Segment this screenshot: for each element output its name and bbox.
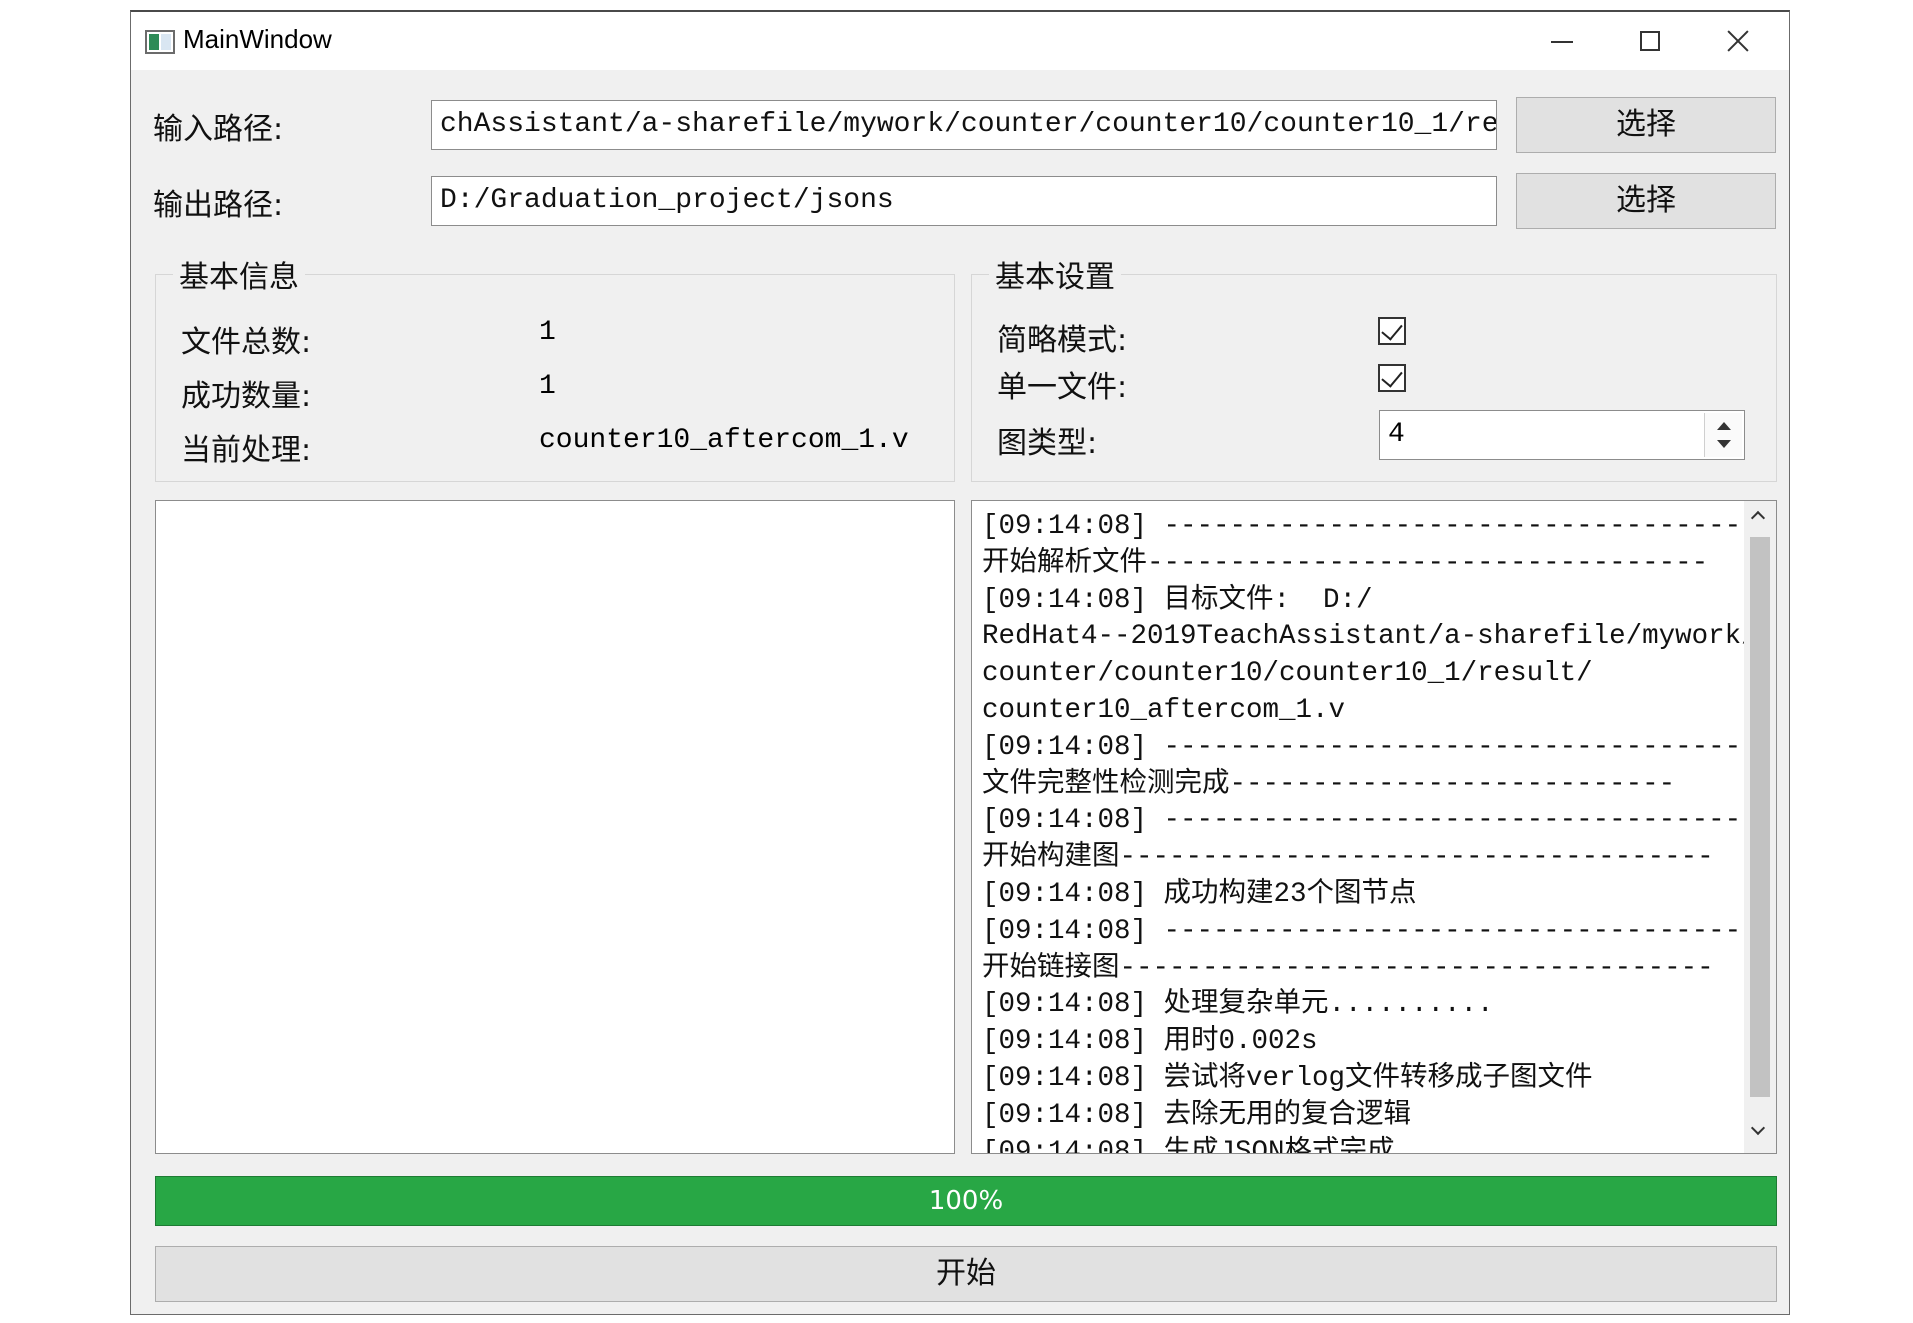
minimize-icon [1551,41,1573,43]
maximize-icon [1640,31,1660,51]
output-path-field[interactable]: D:/Graduation_project/jsons [431,176,1497,226]
log-line: [09:14:08] 去除无用的复合逻辑 [982,1099,1412,1131]
graph-type-value: 4 [1388,419,1405,450]
brief-mode-checkbox[interactable] [1378,317,1406,345]
log-line: [09:14:08] 目标文件: D:/ [982,584,1373,616]
success-count-value: 1 [539,371,556,402]
scroll-down-icon[interactable] [1750,1120,1766,1136]
success-count-label: 成功数量: [181,379,312,414]
spin-down-icon[interactable] [1717,440,1731,448]
check-icon [1381,318,1403,341]
start-button[interactable]: 开始 [155,1246,1777,1302]
spin-buttons [1704,413,1742,457]
total-files-value: 1 [539,317,556,348]
log-line: 开始链接图-----------------------------------… [982,952,1714,984]
window-title: MainWindow [183,24,332,54]
log-scrollbar[interactable] [1744,501,1776,1153]
graph-type-label: 图类型: [997,426,1098,461]
single-file-label: 单一文件: [997,370,1128,405]
close-button[interactable] [1694,12,1782,70]
log-panel[interactable]: [09:14:08] -----------------------------… [971,500,1777,1154]
current-file-label: 当前处理: [181,433,312,468]
basic-settings-title: 基本设置 [989,252,1121,296]
log-line: [09:14:08] -----------------------------… [982,731,1742,763]
scroll-thumb[interactable] [1750,537,1770,1097]
output-path-label: 输出路径: [153,188,284,223]
spin-up-icon[interactable] [1717,422,1731,430]
minimize-button[interactable] [1518,12,1606,70]
input-path-label: 输入路径: [153,112,284,147]
main-window: MainWindow 输入路径: chAssistant/a-sharefile… [130,10,1790,1315]
log-line: 开始构建图-----------------------------------… [982,842,1714,874]
input-path-select-button[interactable]: 选择 [1516,97,1776,153]
input-path-field[interactable]: chAssistant/a-sharefile/mywork/counter/c… [431,100,1497,150]
basic-info-title: 基本信息 [173,252,305,296]
log-line: RedHat4--2019TeachAssistant/a-sharefile/… [982,621,1758,653]
log-line: [09:14:08] 成功构建23个图节点 [982,878,1417,910]
log-text: [09:14:08] -----------------------------… [982,509,1758,1154]
output-path-select-button[interactable]: 选择 [1516,173,1776,229]
current-file-value: counter10_aftercom_1.v [539,425,909,456]
scroll-up-icon[interactable] [1750,510,1766,526]
single-file-checkbox[interactable] [1378,364,1406,392]
progress-bar: 100% [155,1176,1777,1226]
log-line: counter/counter10/counter10_1/result/ [982,658,1593,690]
log-line: [09:14:08] -----------------------------… [982,511,1742,542]
log-line: [09:14:08] 用时0.002s [982,1026,1318,1058]
log-line: [09:14:08] 尝试将verlog文件转移成子图文件 [982,1062,1593,1094]
graph-type-spinbox[interactable]: 4 [1379,410,1745,460]
total-files-label: 文件总数: [181,325,312,360]
progress-text: 100% [928,1186,1004,1216]
log-line: [09:14:08] 生成JSON格式完成 [982,1136,1395,1154]
check-icon [1381,365,1403,388]
brief-mode-label: 简略模式: [997,323,1128,358]
maximize-button[interactable] [1606,12,1694,70]
log-line: [09:14:08] 处理复杂单元.......... [982,989,1494,1021]
title-bar: MainWindow [131,12,1789,70]
log-line: 开始解析文件---------------------------------- [982,547,1709,579]
log-line: counter10_aftercom_1.v [982,694,1346,726]
log-line: [09:14:08] -----------------------------… [982,915,1742,947]
log-line: 文件完整性检测完成--------------------------- [982,768,1676,800]
app-icon [145,30,175,54]
log-line: [09:14:08] -----------------------------… [982,805,1742,837]
graph-view-panel[interactable] [155,500,955,1154]
